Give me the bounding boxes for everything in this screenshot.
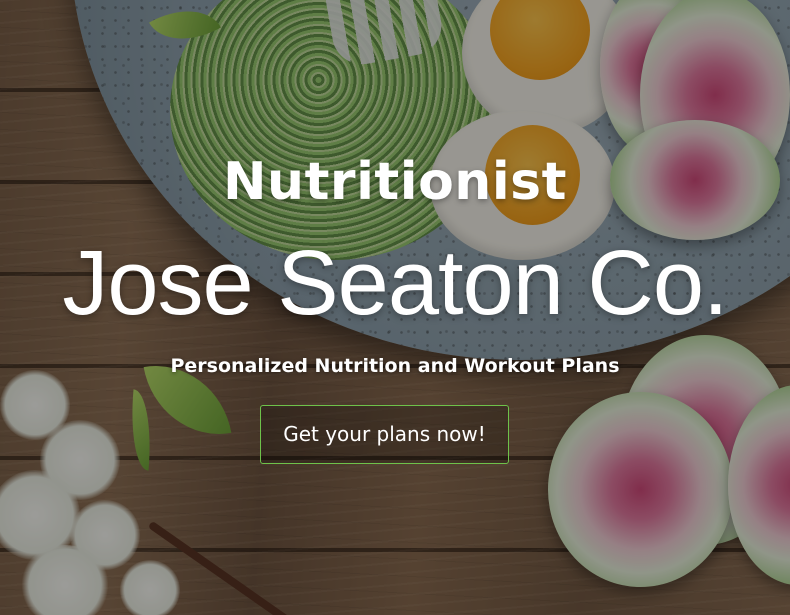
brand-name: Jose Seaton Co. bbox=[62, 232, 728, 334]
get-plans-button[interactable]: Get your plans now! bbox=[260, 405, 509, 464]
hero-kicker: Nutritionist bbox=[223, 152, 567, 212]
hero-tagline: Personalized Nutrition and Workout Plans bbox=[170, 355, 620, 377]
hero-section: Nutritionist Jose Seaton Co. Personalize… bbox=[0, 0, 790, 615]
